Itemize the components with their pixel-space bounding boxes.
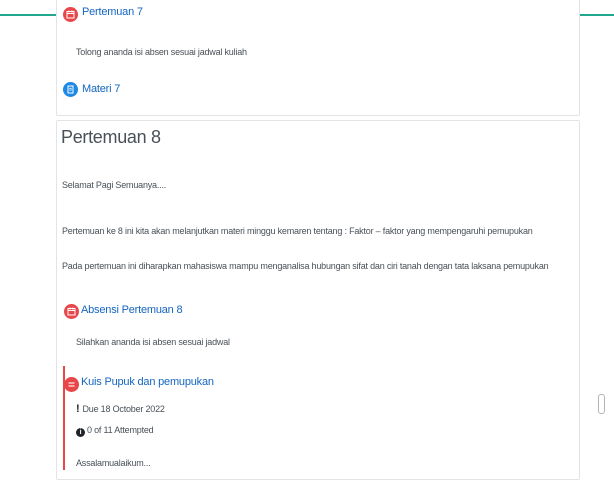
attendance-icon [63,7,78,22]
activity-link-kuis-pupuk[interactable]: Kuis Pupuk dan pemupukan [81,376,214,388]
quiz-attempts: i0 of 11 Attempted [76,425,154,437]
attendance-icon [64,304,79,319]
quiz-due-text: Due 18 October 2022 [82,404,165,414]
quiz-attempts-text: 0 of 11 Attempted [87,425,154,435]
activity-description: Tolong ananda isi absen sesuai jadwal ku… [76,47,247,57]
scroll-handle[interactable] [598,394,605,414]
quiz-icon [64,377,79,392]
quiz-description: Assalamualaikum... [76,458,151,468]
section-paragraph: Selamat Pagi Semuanya.... [62,180,167,190]
section-title: Pertemuan 8 [61,127,161,147]
quiz-due-date: ! Due 18 October 2022 [76,403,165,415]
section-paragraph: Pertemuan ke 8 ini kita akan melanjutkan… [62,226,533,236]
section-paragraph: Pada pertemuan ini diharapkan mahasiswa … [62,261,549,271]
resource-icon [63,82,78,97]
info-icon: i [76,428,85,437]
activity-description: Silahkan ananda isi absen sesuai jadwal [76,337,230,347]
activity-link-pertemuan-7[interactable]: Pertemuan 7 [82,6,143,18]
activity-link-absensi-pertemuan-8[interactable]: Absensi Pertemuan 8 [81,304,183,316]
activity-link-materi-7[interactable]: Materi 7 [82,83,120,95]
exclamation-icon: ! [76,403,80,415]
